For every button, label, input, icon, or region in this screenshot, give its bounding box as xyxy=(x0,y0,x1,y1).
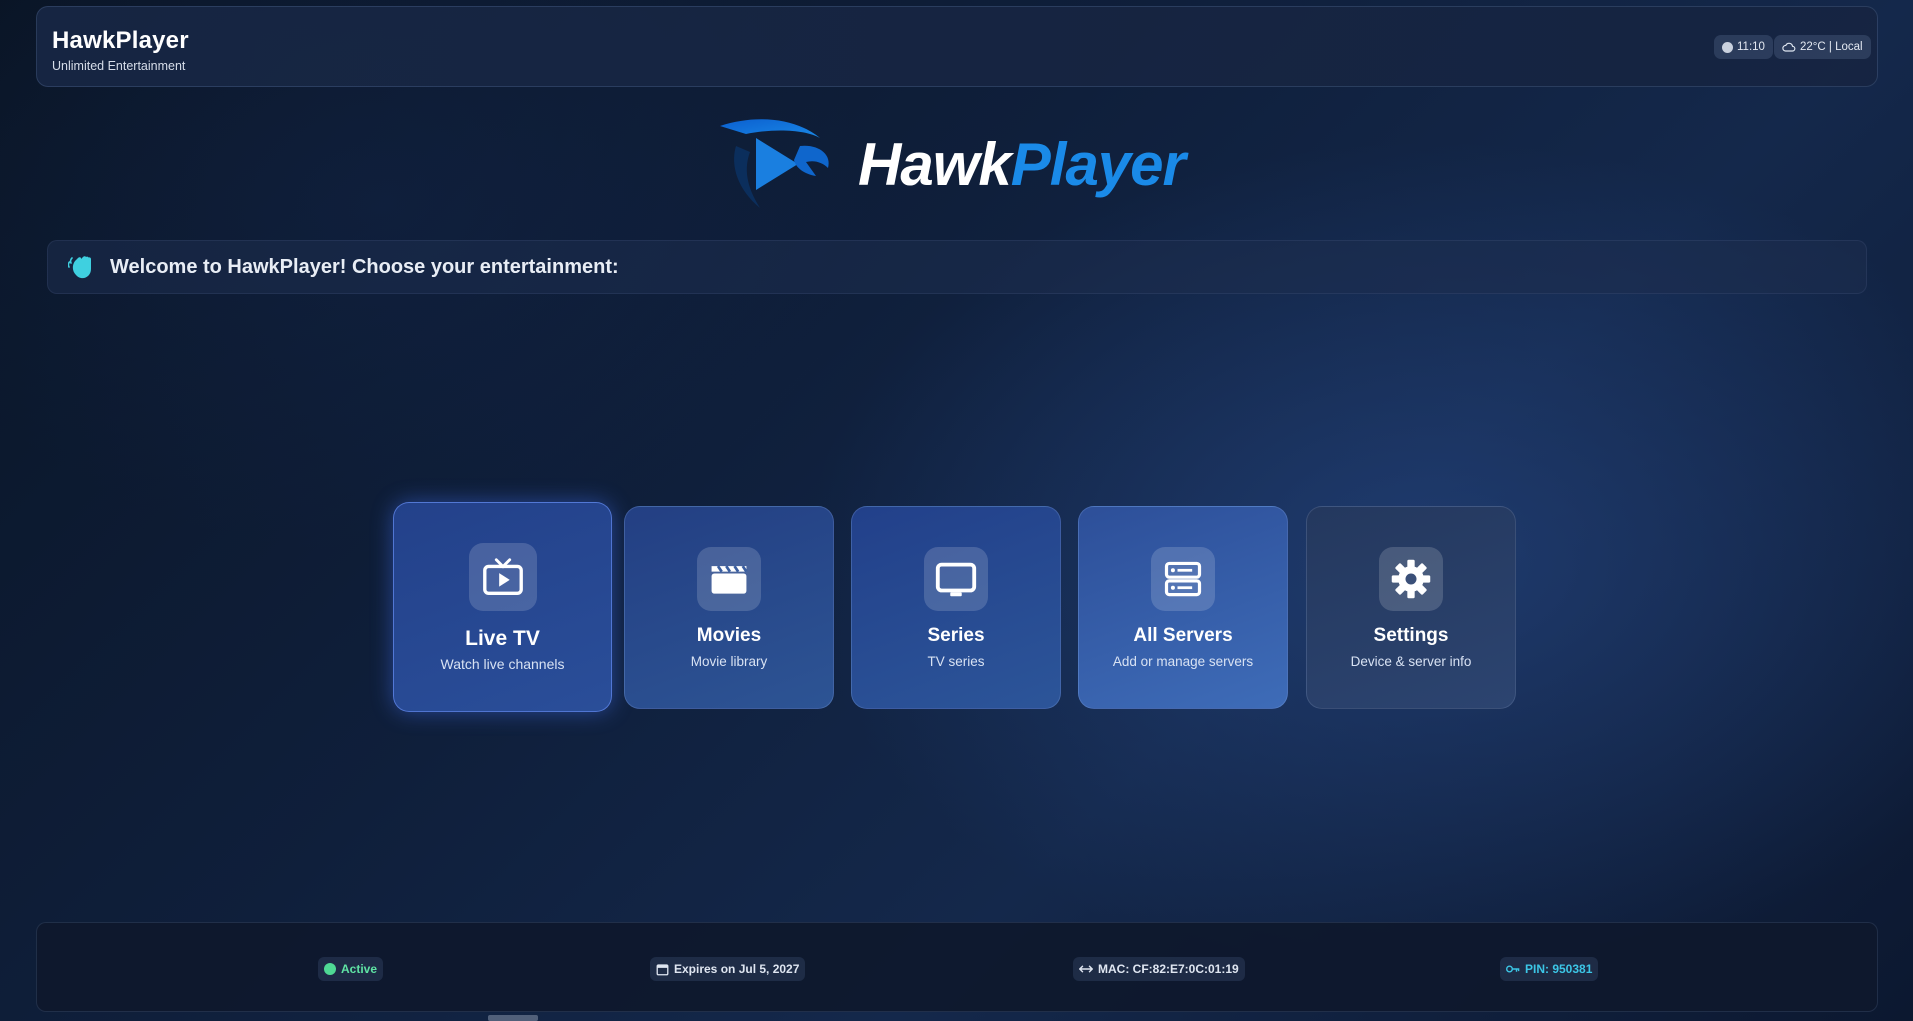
card-subtitle: Movie library xyxy=(690,654,768,669)
status-text: Active xyxy=(341,962,378,976)
logo-word-hawk: Hawk xyxy=(858,131,1012,198)
expiry-text: Expires on Jul 5, 2027 xyxy=(674,962,800,976)
icon-tile xyxy=(1379,547,1443,611)
calendar-icon xyxy=(656,963,669,975)
arrows-horizontal-icon xyxy=(1079,965,1093,973)
menu-card-all-servers[interactable]: All Servers Add or manage servers xyxy=(1078,506,1288,709)
logo-word-player: Player xyxy=(1010,131,1186,198)
welcome-banner: Welcome to HawkPlayer! Choose your enter… xyxy=(47,240,1867,294)
card-subtitle: Watch live channels xyxy=(440,656,565,672)
horizontal-scrollbar-thumb[interactable] xyxy=(488,1015,538,1021)
tv-icon xyxy=(482,558,523,595)
menu-card-live-tv[interactable]: Live TV Watch live channels xyxy=(393,502,612,712)
icon-tile xyxy=(697,547,761,611)
clock-time: 11:10 xyxy=(1737,41,1765,53)
pin-text: PIN: 950381 xyxy=(1525,962,1593,976)
server-icon xyxy=(1164,561,1202,597)
app-subtitle: Unlimited Entertainment xyxy=(52,59,186,73)
card-subtitle: TV series xyxy=(927,654,985,669)
status-dot-icon xyxy=(324,963,336,975)
icon-tile xyxy=(468,543,537,611)
hawkplayer-logo: HawkPlayer xyxy=(716,116,1186,220)
menu-card-movies[interactable]: Movies Movie library xyxy=(624,506,834,709)
top-header: HawkPlayer Unlimited Entertainment 11:10… xyxy=(36,6,1878,87)
weather-text: 22°C | Local xyxy=(1800,41,1863,53)
app-title: HawkPlayer xyxy=(52,27,189,54)
status-badge: Active xyxy=(318,957,384,981)
card-title: Live TV xyxy=(465,627,540,650)
monitor-icon xyxy=(935,562,977,597)
card-title: Series xyxy=(927,625,985,646)
menu-card-settings[interactable]: Settings Device & server info xyxy=(1306,506,1516,709)
pin-badge: PIN: 950381 xyxy=(1500,957,1599,981)
clock-badge: 11:10 xyxy=(1714,35,1773,59)
status-footer: Active Expires on Jul 5, 2027 MAC: CF:82… xyxy=(36,922,1878,1012)
menu-card-series[interactable]: Series TV series xyxy=(851,506,1061,709)
clapperboard-icon xyxy=(711,565,748,594)
card-title: Movies xyxy=(696,625,762,646)
expiry-badge: Expires on Jul 5, 2027 xyxy=(650,957,806,981)
card-title: All Servers xyxy=(1133,625,1233,646)
weather-badge: 22°C | Local xyxy=(1774,35,1871,59)
clock-icon xyxy=(1722,41,1733,53)
gear-icon xyxy=(1391,559,1431,599)
logo-wordmark: HawkPlayer xyxy=(858,130,1186,199)
mac-badge: MAC: CF:82:E7:0C:01:19 xyxy=(1073,957,1245,981)
mac-text: MAC: CF:82:E7:0C:01:19 xyxy=(1098,962,1239,976)
key-icon xyxy=(1506,965,1520,973)
card-title: Settings xyxy=(1373,625,1449,646)
icon-tile xyxy=(1151,547,1215,611)
wave-icon xyxy=(68,256,91,279)
hawk-play-icon xyxy=(720,119,829,208)
card-subtitle: Device & server info xyxy=(1350,654,1472,669)
cloud-icon xyxy=(1782,42,1796,52)
card-subtitle: Add or manage servers xyxy=(1112,654,1254,669)
welcome-text: Welcome to HawkPlayer! Choose your enter… xyxy=(110,255,619,278)
icon-tile xyxy=(924,547,988,611)
